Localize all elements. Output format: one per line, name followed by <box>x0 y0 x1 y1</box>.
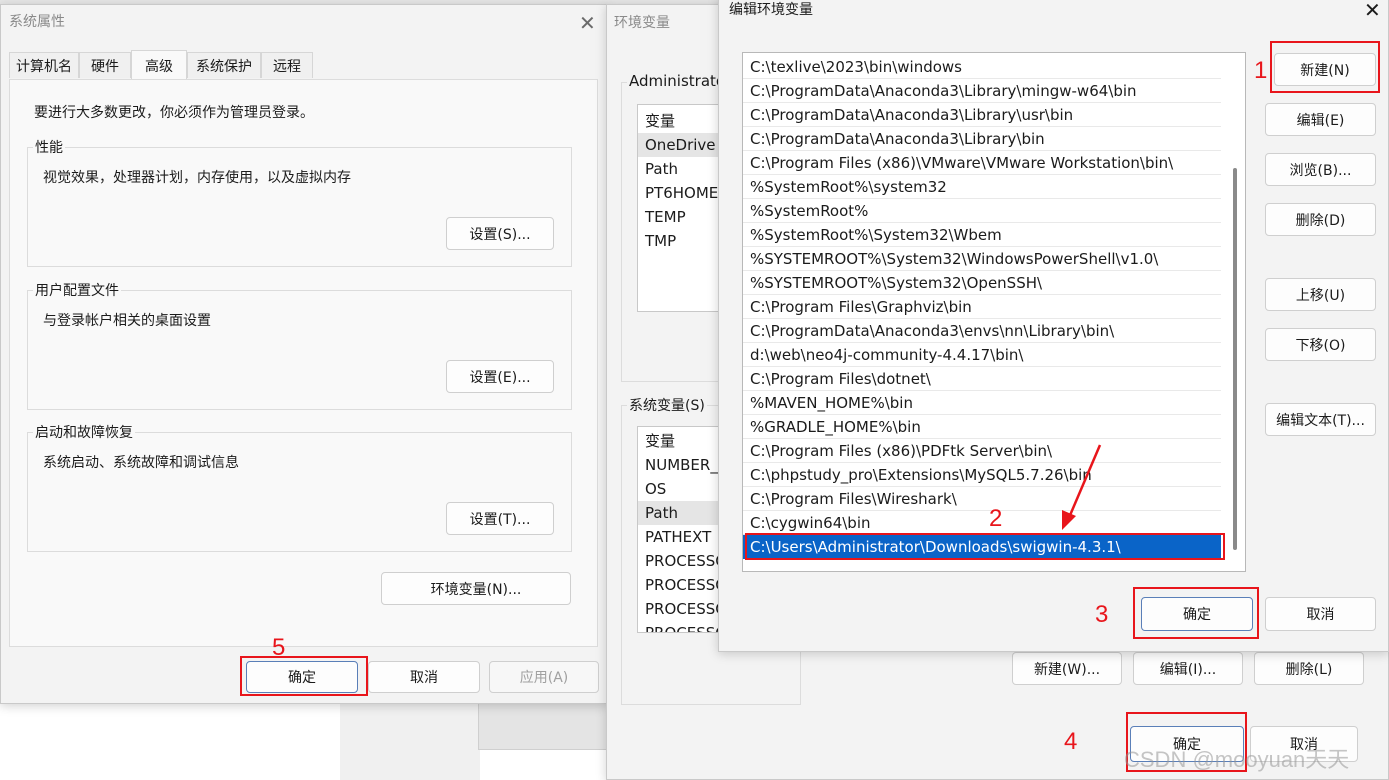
path-entry[interactable]: C:\ProgramData\Anaconda3\Library\bin <box>743 127 1221 151</box>
path-entry[interactable]: C:\Program Files\Wireshark\ <box>743 487 1221 511</box>
close-icon[interactable]: ✕ <box>1364 0 1381 20</box>
close-icon[interactable]: ✕ <box>579 13 596 33</box>
sysprops-ok-button[interactable]: 确定 <box>246 661 358 693</box>
user-profile-label: 用户配置文件 <box>33 280 121 300</box>
path-delete-button[interactable]: 删除(D) <box>1265 203 1376 236</box>
path-entry[interactable]: %GRADLE_HOME%\bin <box>743 415 1221 439</box>
admin-note: 要进行大多数更改，你必须作为管理员登录。 <box>34 105 314 121</box>
system-vars-label: 系统变量(S) <box>627 395 707 415</box>
edit-env-ok-button[interactable]: 确定 <box>1141 597 1253 631</box>
performance-desc: 视觉效果，处理器计划，内存使用，以及虚拟内存 <box>43 170 351 186</box>
path-entry[interactable]: %SYSTEMROOT%\System32\OpenSSH\ <box>743 271 1221 295</box>
user-profile-settings-button[interactable]: 设置(E)... <box>446 360 554 393</box>
watermark: CSDN @mooyuan天天 <box>1124 747 1350 772</box>
path-move-down-button[interactable]: 下移(O) <box>1265 328 1376 361</box>
path-entry[interactable]: C:\Users\Administrator\Downloads\swigwin… <box>743 535 1221 559</box>
path-entry[interactable]: %SystemRoot%\System32\Wbem <box>743 223 1221 247</box>
tab-remote[interactable]: 远程 <box>261 52 313 78</box>
performance-label: 性能 <box>33 137 65 157</box>
path-browse-button[interactable]: 浏览(B)... <box>1265 153 1376 186</box>
path-entry[interactable]: C:\Program Files (x86)\PDFtk Server\bin\ <box>743 439 1221 463</box>
path-entry[interactable]: C:\Program Files\dotnet\ <box>743 367 1221 391</box>
startup-settings-button[interactable]: 设置(T)... <box>446 502 554 535</box>
path-entry[interactable]: C:\cygwin64\bin <box>743 511 1221 535</box>
startup-recovery-label: 启动和故障恢复 <box>33 422 135 442</box>
env-new-button[interactable]: 新建(W)... <box>1012 652 1122 685</box>
performance-settings-button[interactable]: 设置(S)... <box>446 217 554 250</box>
path-entry[interactable]: d:\web\neo4j-community-4.4.17\bin\ <box>743 343 1221 367</box>
startup-recovery-desc: 系统启动、系统故障和调试信息 <box>43 455 239 471</box>
edit-env-cancel-button[interactable]: 取消 <box>1265 597 1376 631</box>
env-edit-button[interactable]: 编辑(I)... <box>1133 652 1243 685</box>
background-panel-2 <box>478 700 608 750</box>
path-entry[interactable]: %SYSTEMROOT%\System32\WindowsPowerShell\… <box>743 247 1221 271</box>
path-entry[interactable]: %SystemRoot%\system32 <box>743 175 1221 199</box>
user-vars-label: Administrato <box>627 72 728 90</box>
tab-computer-name[interactable]: 计算机名 <box>9 52 79 78</box>
path-entry[interactable]: C:\ProgramData\Anaconda3\Library\mingw-w… <box>743 79 1221 103</box>
path-entry[interactable]: %MAVEN_HOME%\bin <box>743 391 1221 415</box>
user-profile-desc: 与登录帐户相关的桌面设置 <box>43 313 211 329</box>
path-entry[interactable]: C:\Program Files (x86)\VMware\VMware Wor… <box>743 151 1221 175</box>
tab-advanced[interactable]: 高级 <box>131 50 187 80</box>
background-panel <box>340 700 480 780</box>
path-list[interactable]: C:\texlive\2023\bin\windows C:\ProgramDat… <box>742 52 1246 572</box>
path-entry[interactable]: C:\Program Files\Graphviz\bin <box>743 295 1221 319</box>
edit-env-title: 编辑环境变量 <box>729 2 813 18</box>
annotation-arrow-icon <box>1062 444 1102 530</box>
path-edit-text-button[interactable]: 编辑文本(T)... <box>1265 403 1376 436</box>
path-edit-button[interactable]: 编辑(E) <box>1265 103 1376 136</box>
env-delete-button[interactable]: 删除(L) <box>1254 652 1364 685</box>
sysprops-apply-button[interactable]: 应用(A) <box>489 661 599 693</box>
sysprops-cancel-button[interactable]: 取消 <box>368 661 480 693</box>
environment-variables-button[interactable]: 环境变量(N)... <box>381 572 571 605</box>
tab-system-protection[interactable]: 系统保护 <box>187 52 261 78</box>
annotation-number-3: 3 <box>1095 601 1109 628</box>
annotation-number-4: 4 <box>1064 728 1078 755</box>
path-new-button[interactable]: 新建(N) <box>1274 53 1376 86</box>
path-entry[interactable]: C:\ProgramData\Anaconda3\envs\nn\Library… <box>743 319 1221 343</box>
annotation-number-1: 1 <box>1254 57 1268 84</box>
scrollbar-thumb[interactable] <box>1233 168 1237 550</box>
env-dialog-title: 环境变量 <box>614 15 670 31</box>
path-entry[interactable]: C:\texlive\2023\bin\windows <box>743 55 1221 79</box>
path-entry[interactable]: %SystemRoot% <box>743 199 1221 223</box>
annotation-number-2: 2 <box>989 505 1003 532</box>
annotation-number-5: 5 <box>272 634 286 661</box>
path-move-up-button[interactable]: 上移(U) <box>1265 278 1376 311</box>
tab-hardware[interactable]: 硬件 <box>79 52 131 78</box>
path-entry[interactable]: C:\ProgramData\Anaconda3\Library\usr\bin <box>743 103 1221 127</box>
dialog-title: 系统属性 <box>9 14 65 30</box>
path-entry[interactable]: C:\phpstudy_pro\Extensions\MySQL5.7.26\b… <box>743 463 1221 487</box>
